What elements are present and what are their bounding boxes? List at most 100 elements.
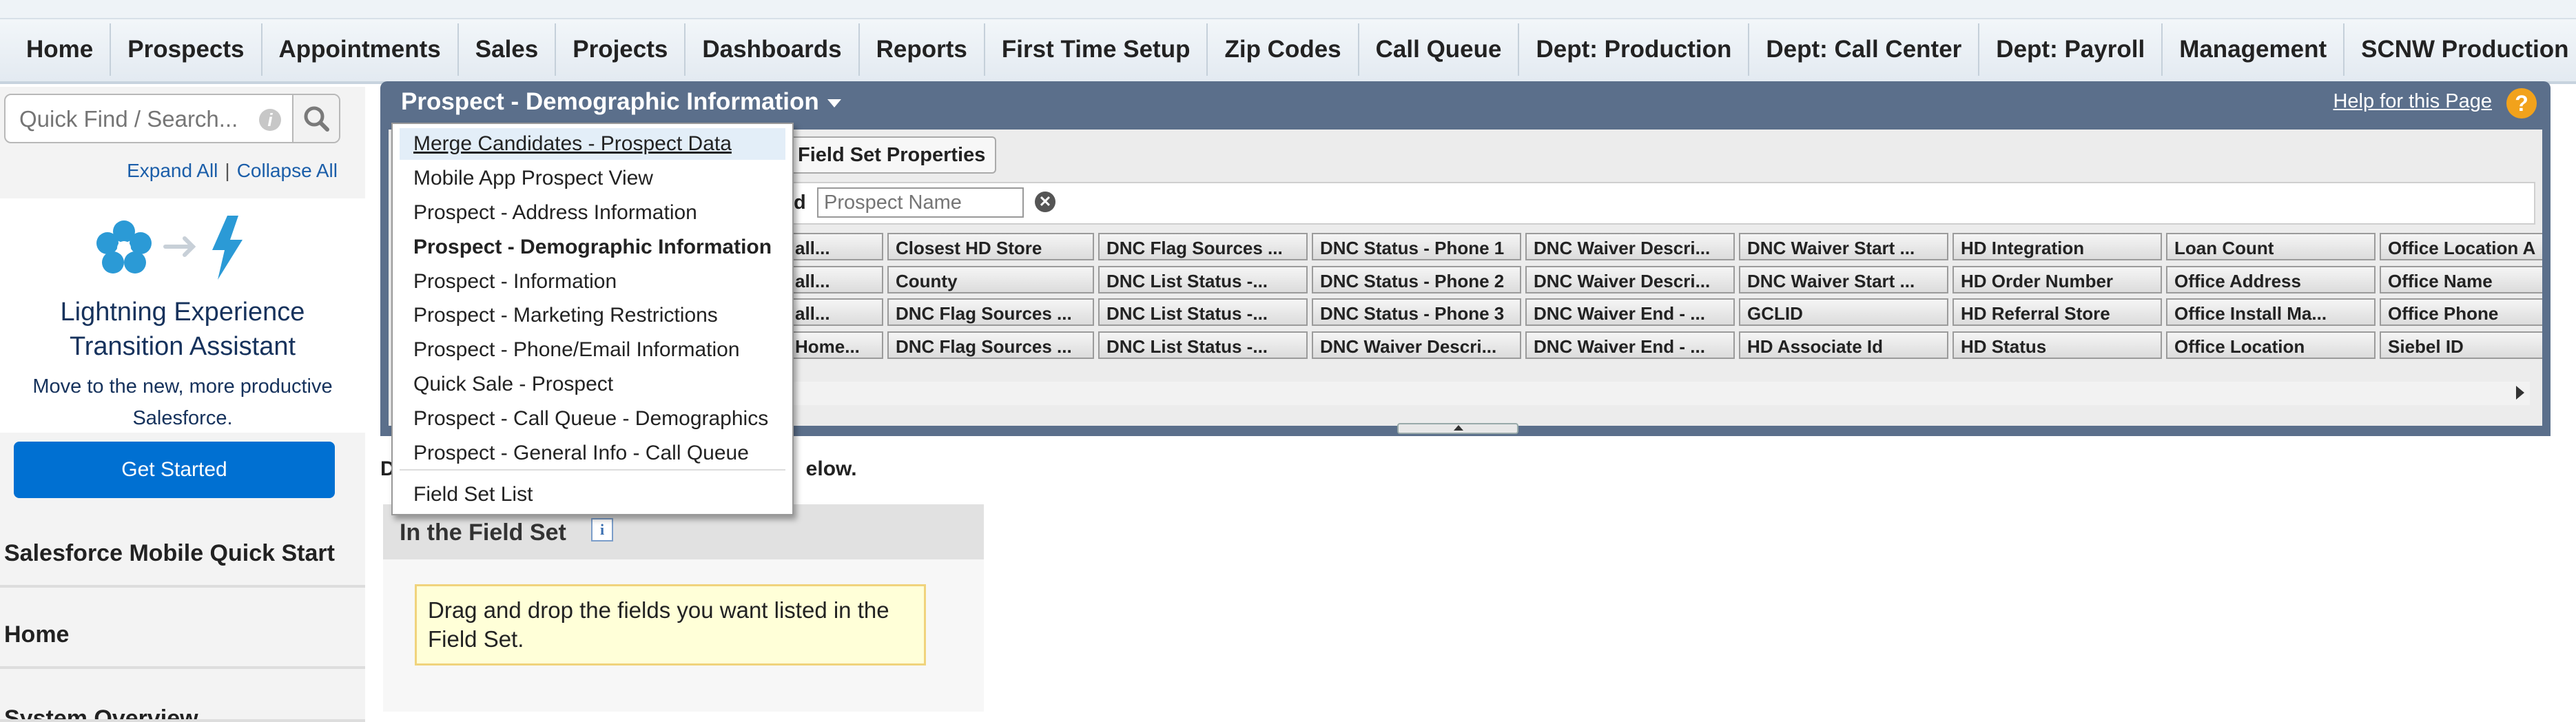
chevron-down-icon bbox=[827, 99, 841, 107]
lightning-bolt-icon bbox=[212, 216, 243, 280]
field-set-selector[interactable]: Prospect - Demographic Information bbox=[401, 88, 841, 116]
quick-find-label: d bbox=[794, 192, 806, 214]
field-palette-item[interactable]: DNC Status - Phone 2 bbox=[1312, 266, 1521, 293]
field-palette-item[interactable]: Office Name bbox=[2380, 266, 2542, 293]
field-palette-item[interactable]: Office Location A bbox=[2380, 233, 2542, 260]
search-button[interactable] bbox=[292, 95, 339, 142]
help-icon[interactable]: ? bbox=[2506, 88, 2537, 118]
expand-all-link[interactable]: Expand All bbox=[127, 160, 218, 181]
tab-first-time-setup[interactable]: First Time Setup bbox=[985, 23, 1208, 76]
top-tab-bar-strip bbox=[0, 0, 2576, 19]
tab-management[interactable]: Management bbox=[2163, 23, 2345, 76]
menu-item-demographic-information[interactable]: Prospect - Demographic Information bbox=[413, 236, 772, 259]
lightning-transition-card: Lightning Experience Transition Assistan… bbox=[0, 198, 365, 433]
field-palette-item[interactable]: Siebel ID bbox=[2380, 331, 2542, 359]
link-separator: | bbox=[225, 160, 230, 181]
info-icon[interactable]: i bbox=[259, 109, 281, 131]
menu-item-quick-sale[interactable]: Quick Sale - Prospect bbox=[413, 373, 613, 396]
resize-handle[interactable] bbox=[1397, 423, 1518, 434]
tab-reports[interactable]: Reports bbox=[860, 23, 985, 76]
field-palette-item[interactable]: HD Integration bbox=[1952, 233, 2162, 260]
tab-projects[interactable]: Projects bbox=[556, 23, 686, 76]
field-palette-item[interactable]: DNC Waiver Start ... bbox=[1739, 266, 1948, 293]
field-palette-item[interactable]: DNC Flag Sources ... bbox=[887, 331, 1094, 359]
field-palette-item[interactable]: all... bbox=[787, 233, 883, 260]
in-field-set-title: In the Field Set bbox=[400, 519, 566, 546]
tab-appointments[interactable]: Appointments bbox=[262, 23, 459, 76]
menu-divider bbox=[400, 469, 785, 471]
menu-item-merge-candidates[interactable]: Merge Candidates - Prospect Data bbox=[413, 132, 732, 156]
menu-item-phone-email-information[interactable]: Prospect - Phone/Email Information bbox=[413, 338, 740, 362]
field-palette-item[interactable]: DNC List Status -... bbox=[1098, 331, 1308, 359]
field-palette-item[interactable]: County bbox=[887, 266, 1094, 293]
field-palette-item[interactable]: all... bbox=[787, 298, 883, 326]
field-palette-item[interactable]: Loan Count bbox=[2166, 233, 2376, 260]
quick-find-box: i bbox=[4, 94, 340, 143]
field-palette-item[interactable]: Office Address bbox=[2166, 266, 2376, 293]
drop-hint-message: Drag and drop the fields you want listed… bbox=[415, 584, 926, 666]
menu-item-address-information[interactable]: Prospect - Address Information bbox=[413, 201, 697, 225]
page-title: Prospect - Demographic Information bbox=[401, 88, 819, 115]
field-palette-item[interactable]: Home... bbox=[787, 331, 883, 359]
field-palette-item[interactable]: DNC List Status -... bbox=[1098, 298, 1308, 326]
field-palette-item[interactable]: HD Associate Id bbox=[1739, 331, 1948, 359]
field-palette-item[interactable]: DNC Status - Phone 3 bbox=[1312, 298, 1521, 326]
tab-prospects[interactable]: Prospects bbox=[111, 23, 262, 76]
tab-sales[interactable]: Sales bbox=[459, 23, 557, 76]
field-palette-item[interactable]: Office Location bbox=[2166, 331, 2376, 359]
field-palette-item[interactable]: Closest HD Store bbox=[887, 233, 1094, 260]
instructions-suffix: elow. bbox=[805, 457, 857, 480]
field-palette-item[interactable]: Office Install Ma... bbox=[2166, 298, 2376, 326]
menu-item-call-queue-demographics[interactable]: Prospect - Call Queue - Demographics bbox=[413, 407, 768, 431]
field-set-properties-button[interactable]: Field Set Properties bbox=[787, 136, 997, 174]
get-started-button[interactable]: Get Started bbox=[14, 442, 335, 498]
tab-dashboards[interactable]: Dashboards bbox=[686, 23, 860, 76]
menu-item-general-info-call-queue[interactable]: Prospect - General Info - Call Queue bbox=[413, 442, 749, 465]
info-icon[interactable]: i bbox=[591, 518, 613, 542]
field-palette-item[interactable]: Office Phone bbox=[2380, 298, 2542, 326]
field-palette-item[interactable]: DNC Flag Sources ... bbox=[887, 298, 1094, 326]
field-palette-item[interactable]: GCLID bbox=[1739, 298, 1948, 326]
tab-dept-production[interactable]: Dept: Production bbox=[1519, 23, 1750, 76]
tab-zip-codes[interactable]: Zip Codes bbox=[1208, 23, 1359, 76]
field-set-dropdown-menu: Merge Candidates - Prospect Data Mobile … bbox=[391, 123, 794, 515]
expand-collapse-links: Expand All | Collapse All bbox=[127, 160, 338, 182]
field-palette-item[interactable]: DNC Status - Phone 1 bbox=[1312, 233, 1521, 260]
sidebar-item-mobile-quick-start[interactable]: Salesforce Mobile Quick Start bbox=[0, 519, 365, 588]
sidebar-item-system-overview[interactable]: System Overview bbox=[0, 681, 365, 722]
field-palette-item[interactable]: DNC Waiver Descri... bbox=[1525, 266, 1735, 293]
field-palette-item[interactable]: DNC List Status -... bbox=[1098, 266, 1308, 293]
tab-dept-payroll[interactable]: Dept: Payroll bbox=[1979, 23, 2163, 76]
help-link[interactable]: Help for this Page bbox=[2333, 90, 2492, 113]
sidebar-item-home[interactable]: Home bbox=[0, 600, 365, 669]
top-tab-bar: Home Prospects Appointments Sales Projec… bbox=[0, 0, 2576, 84]
field-palette-item[interactable]: DNC Waiver End - ... bbox=[1525, 298, 1735, 326]
collapse-all-link[interactable]: Collapse All bbox=[237, 160, 338, 181]
field-palette-item[interactable]: all... bbox=[787, 266, 883, 293]
field-palette-item[interactable]: DNC Waiver Descri... bbox=[1525, 233, 1735, 260]
scroll-right-icon[interactable] bbox=[2516, 386, 2524, 400]
menu-item-information[interactable]: Prospect - Information bbox=[413, 270, 617, 293]
tab-call-queue[interactable]: Call Queue bbox=[1359, 23, 1520, 76]
search-icon bbox=[304, 106, 329, 132]
lightning-icons bbox=[96, 216, 243, 280]
menu-item-field-set-list[interactable]: Field Set List bbox=[413, 483, 533, 506]
field-palette-item[interactable]: DNC Waiver Descri... bbox=[1312, 331, 1521, 359]
field-palette-item[interactable]: HD Order Number bbox=[1952, 266, 2162, 293]
field-palette-item[interactable]: HD Referral Store bbox=[1952, 298, 2162, 326]
field-palette-item[interactable]: DNC Waiver End - ... bbox=[1525, 331, 1735, 359]
tab-home[interactable]: Home bbox=[10, 23, 112, 76]
lightning-title: Lightning Experience Transition Assistan… bbox=[60, 298, 305, 361]
field-palette-item[interactable]: HD Status bbox=[1952, 331, 2162, 359]
arrow-right-icon bbox=[163, 236, 196, 257]
flower-icon bbox=[96, 220, 152, 274]
tab-dept-call-center[interactable]: Dept: Call Center bbox=[1749, 23, 1980, 76]
field-palette-item[interactable]: DNC Flag Sources ... bbox=[1098, 233, 1308, 260]
quick-find-input[interactable] bbox=[18, 102, 255, 136]
clear-icon[interactable]: ✕ bbox=[1035, 192, 1055, 212]
field-quick-find-input[interactable] bbox=[817, 187, 1024, 218]
field-palette-item[interactable]: DNC Waiver Start ... bbox=[1739, 233, 1948, 260]
menu-item-mobile-app-view[interactable]: Mobile App Prospect View bbox=[413, 167, 653, 190]
menu-item-marketing-restrictions[interactable]: Prospect - Marketing Restrictions bbox=[413, 304, 718, 327]
tab-scnw-production[interactable]: SCNW Production bbox=[2345, 23, 2576, 76]
